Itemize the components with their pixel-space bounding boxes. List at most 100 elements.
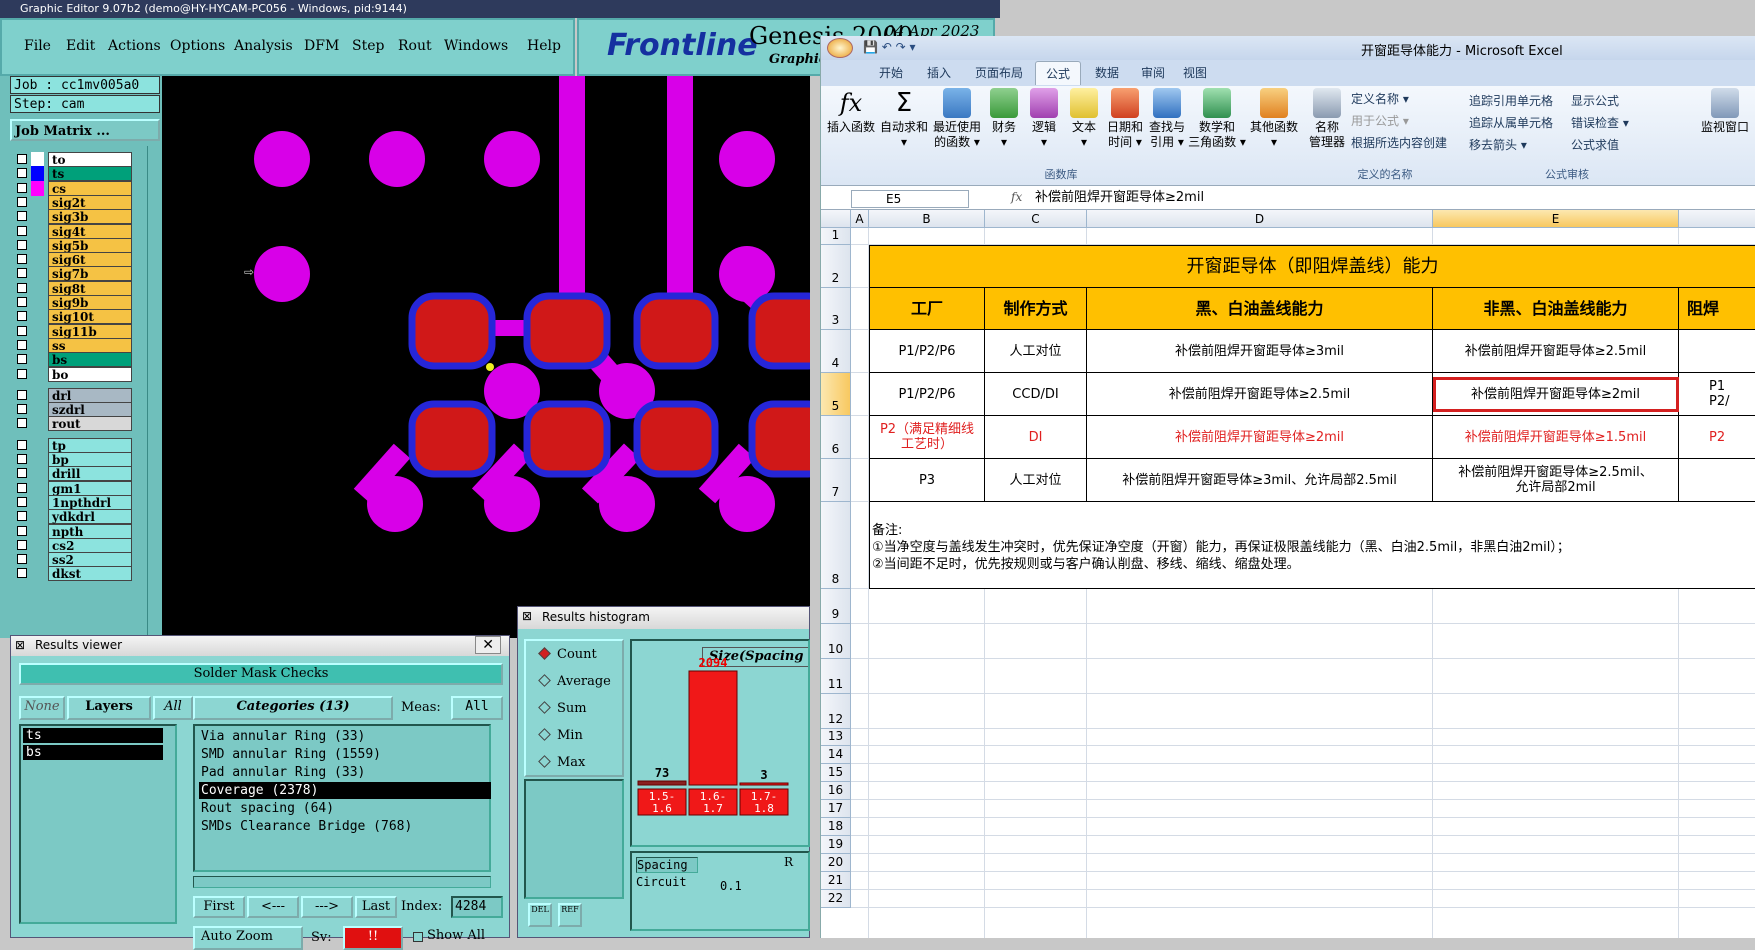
remove-arrows-button[interactable]: 移去箭头 ▾ <box>1469 136 1527 153</box>
first-button[interactable]: First <box>193 896 245 918</box>
layer-row-npth[interactable]: npth <box>12 523 132 539</box>
logical-button[interactable]: 逻辑 ▾ <box>1025 88 1063 150</box>
menu-rout[interactable]: Rout <box>398 38 432 54</box>
math-button[interactable]: 数学和 三角函数 ▾ <box>1187 88 1247 150</box>
create-from-selection-button[interactable]: 根据所选内容创建 <box>1351 134 1447 151</box>
row-header[interactable]: 4 <box>821 330 851 373</box>
histogram-bar[interactable] <box>637 780 687 786</box>
column-header-d[interactable]: D <box>1087 210 1433 228</box>
category-item[interactable]: Rout spacing (64) <box>199 800 491 817</box>
spacing-item[interactable]: Spacing <box>636 857 698 873</box>
job-matrix-button[interactable]: Job Matrix ... <box>10 119 160 141</box>
column-header-b[interactable]: B <box>869 210 985 228</box>
layer-row-dkst[interactable]: dkst <box>12 566 132 582</box>
layer-row-bo[interactable]: bo <box>12 366 132 382</box>
show-all-checkbox[interactable] <box>413 932 423 942</box>
layer-checkbox[interactable] <box>17 254 27 265</box>
layer-row-sig11b[interactable]: sig11b <box>12 323 132 339</box>
layer-scrollbar[interactable] <box>147 146 160 706</box>
last-button[interactable]: Last <box>355 896 397 918</box>
layer-row-sig6t[interactable]: sig6t <box>12 252 132 268</box>
layer-checkbox[interactable] <box>17 182 27 193</box>
layers-button[interactable]: Layers <box>67 696 151 720</box>
graphic-canvas[interactable]: ⇨ <box>162 76 810 638</box>
layer-row-tp[interactable]: tp <box>12 437 132 453</box>
layer-checkbox[interactable] <box>17 168 27 179</box>
lookup-button[interactable]: 查找与 引用 ▾ <box>1147 88 1187 150</box>
row-header[interactable]: 1 <box>821 228 851 245</box>
column-header-a[interactable]: A <box>851 210 869 228</box>
tab-review[interactable]: 审阅 <box>1141 64 1165 81</box>
layer-row-rout[interactable]: rout <box>12 416 132 432</box>
category-item[interactable]: Pad annular Ring (33) <box>199 764 491 781</box>
row-header[interactable]: 12 <box>821 694 851 729</box>
layer-row-bp[interactable]: bp <box>12 452 132 467</box>
tab-page-layout[interactable]: 页面布局 <box>975 64 1023 81</box>
show-formulas-button[interactable]: 显示公式 <box>1571 92 1619 109</box>
cell-black-white[interactable]: 补偿前阻焊开窗距导体≥3mil <box>1087 330 1433 373</box>
layer-checkbox[interactable] <box>17 404 27 415</box>
datetime-button[interactable]: 日期和 时间 ▾ <box>1105 88 1145 150</box>
layer-row-sig10t[interactable]: sig10t <box>12 309 132 325</box>
layer-row-gm1[interactable]: gm1 <box>12 480 132 496</box>
ref-button[interactable]: REF <box>558 903 582 927</box>
layer-checkbox[interactable] <box>17 568 27 579</box>
row-header[interactable]: 16 <box>821 782 851 800</box>
cell-partial[interactable] <box>1679 330 1755 373</box>
layer-checkbox[interactable] <box>17 482 27 493</box>
notes-cell[interactable]: 备注: ①当净空度与盖线发生冲突时，优先保证净空度（开窗）能力，再保证极限盖线能力… <box>869 502 1755 589</box>
row-header[interactable]: 22 <box>821 890 851 908</box>
fx-small-icon[interactable]: fx <box>1011 190 1022 204</box>
row-header[interactable]: 8 <box>821 502 851 589</box>
tab-home[interactable]: 开始 <box>879 64 903 81</box>
cell-method[interactable]: 人工对位 <box>985 330 1087 373</box>
layer-row-drill[interactable]: drill <box>12 466 132 482</box>
histogram-chart[interactable]: Size(Spacing 73 1.5- 1.6 2094 1.6- 1.7 3 1.7- 1.… <box>630 639 810 847</box>
tab-formulas[interactable]: 公式 <box>1035 61 1082 85</box>
layer-row-sig3b[interactable]: sig3b <box>12 209 132 225</box>
error-checking-button[interactable]: 错误检查 ▾ <box>1571 114 1629 131</box>
menu-step[interactable]: Step <box>352 38 384 54</box>
next-button[interactable]: ---> <box>301 896 353 918</box>
layer-checkbox[interactable] <box>17 511 27 522</box>
header-non-black[interactable]: 非黑、白油盖线能力 <box>1433 288 1679 330</box>
layer-checkbox[interactable] <box>17 297 27 307</box>
category-item[interactable]: SMD annular Ring (1559) <box>199 746 491 763</box>
cell-black-white[interactable]: 补偿前阻焊开窗距导体≥2mil <box>1087 416 1433 459</box>
histogram-bar[interactable] <box>688 670 738 786</box>
layer-row-sig5b[interactable]: sig5b <box>12 237 132 253</box>
layer-checkbox[interactable] <box>17 354 27 365</box>
text-button[interactable]: 文本 ▾ <box>1065 88 1103 150</box>
layer-row-ss[interactable]: ss <box>12 337 132 353</box>
layer-checkbox[interactable] <box>17 268 27 279</box>
autosum-button[interactable]: Σ 自动求和 ▾ <box>879 88 929 150</box>
row-header[interactable]: 13 <box>821 729 851 746</box>
row-header[interactable]: 6 <box>821 416 851 459</box>
layer-checkbox[interactable] <box>17 196 27 207</box>
cell-black-white[interactable]: 补偿前阻焊开窗距导体≥3mil、允许局部2.5mil <box>1087 459 1433 502</box>
layer-row-cs2[interactable]: cs2 <box>12 537 132 553</box>
circuit-item[interactable]: Circuit <box>636 875 687 889</box>
layer-checkbox[interactable] <box>17 418 27 429</box>
menu-windows[interactable]: Windows <box>444 38 508 54</box>
column-header-e[interactable]: E <box>1433 210 1679 228</box>
name-box[interactable]: E5 <box>851 190 969 208</box>
layer-checkbox[interactable] <box>17 468 27 479</box>
max-radio[interactable]: Max <box>538 755 585 770</box>
del-button[interactable]: DEL <box>528 903 552 927</box>
index-input[interactable]: 4284 <box>451 896 503 918</box>
formula-input[interactable]: 补偿前阻焊开窗距导体≥2mil <box>1031 190 1751 208</box>
cell-method[interactable]: 人工对位 <box>985 459 1087 502</box>
row-header[interactable]: 3 <box>821 288 851 330</box>
histogram-titlebar[interactable]: ⊠ Results histogram <box>518 607 809 629</box>
cell-factory[interactable]: P2（满足精细线 工艺时） <box>869 416 985 459</box>
row-header[interactable]: 19 <box>821 836 851 854</box>
none-button[interactable]: None <box>19 696 65 720</box>
average-radio[interactable]: Average <box>538 674 611 689</box>
histogram-bar[interactable] <box>739 782 789 786</box>
count-radio[interactable]: Count <box>538 647 597 662</box>
name-manager-button[interactable]: 名称 管理器 <box>1307 88 1347 150</box>
menu-analysis[interactable]: Analysis <box>234 38 293 54</box>
layer-row-ts[interactable]: ts <box>12 166 132 182</box>
layer-row-1npthdrl[interactable]: 1npthdrl <box>12 494 132 510</box>
